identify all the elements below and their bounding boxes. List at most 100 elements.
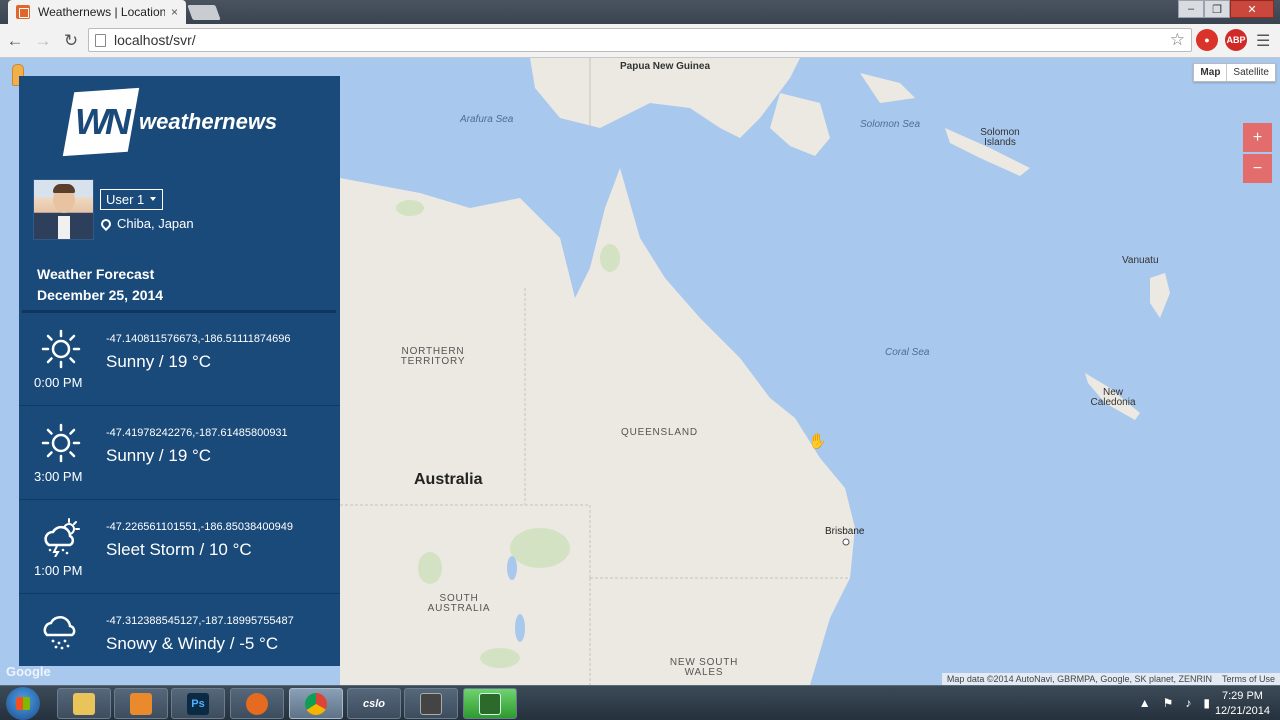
folder-icon [73, 692, 95, 715]
forecast-heading: Weather Forecast December 25, 2014 [37, 264, 163, 306]
item-time: 1:00 PM [34, 563, 83, 578]
zoom-out-button[interactable]: − [1243, 154, 1272, 183]
volume-icon[interactable]: ♪ [1185, 696, 1191, 710]
extension-stop-icon[interactable]: ● [1196, 29, 1218, 51]
chrome-icon [305, 692, 327, 715]
reload-button[interactable]: ↻ [58, 28, 84, 54]
map-type-map-button[interactable]: Map [1194, 64, 1228, 81]
tab-close-button[interactable]: × [171, 5, 178, 19]
map-label-papua: Papua New Guinea [620, 61, 711, 72]
zoom-control: + − [1243, 123, 1272, 185]
item-coords: -47.140811576673,-186.51111874696 [106, 333, 291, 345]
app8-icon [479, 692, 501, 715]
taskbar-chrome[interactable] [289, 688, 343, 719]
map-label-australia: Australia [414, 471, 483, 488]
map-label-solomon-islands: Solomon Islands [980, 127, 1020, 148]
user-select[interactable]: User 1 [100, 189, 163, 210]
chrome-menu-icon[interactable]: ☰ [1256, 31, 1270, 51]
map-type-satellite-button[interactable]: Satellite [1227, 64, 1275, 81]
map-label-arafura-sea: Arafura Sea [460, 114, 514, 125]
page-icon [95, 33, 106, 47]
taskbar-app7[interactable] [404, 688, 458, 719]
map-label-queensland: QUEENSLAND [621, 427, 698, 438]
favicon-icon [16, 5, 30, 19]
firefox-icon [246, 692, 268, 715]
taskbar-firefox[interactable] [230, 688, 284, 719]
bookmark-star-icon[interactable]: ☆ [1170, 30, 1185, 50]
item-condition: Snowy & Windy / -5 °C [106, 634, 279, 653]
windows-taskbar: Ps cslo ▲ ⚑ ♪ ▮ 7:29 PM 12/21/2014 [0, 685, 1280, 720]
new-tab-button[interactable] [187, 5, 221, 20]
tray-expand-icon[interactable]: ▲ [1139, 696, 1151, 710]
map-label-vanuatu: Vanuatu [1122, 255, 1159, 266]
taskbar-photoshop[interactable]: Ps [171, 688, 225, 719]
cslo-label: cslo [362, 697, 385, 710]
terms-link[interactable]: Terms of Use [1217, 673, 1280, 685]
zoom-in-button[interactable]: + [1243, 123, 1272, 152]
weathernews-logo: WN weathernews [62, 87, 278, 157]
google-logo: Google [6, 664, 51, 679]
map-label-coral-sea: Coral Sea [885, 347, 930, 358]
taskbar-media-player[interactable] [114, 688, 168, 719]
back-button[interactable]: ← [2, 28, 28, 54]
location: Chiba, Japan [98, 216, 194, 231]
maximize-button[interactable]: ❐ [1204, 0, 1230, 18]
window-controls: – ❐ ✕ [1178, 0, 1274, 18]
clock[interactable]: 7:29 PM 12/21/2014 [1215, 689, 1270, 719]
location-pin-icon [98, 216, 114, 231]
sun-icon [41, 329, 81, 369]
item-condition: Sunny / 19 °C [106, 446, 212, 465]
url-text: localhost/svr/ [114, 32, 196, 48]
map-label-northern-territory: NORTHERN TERRITORY [400, 346, 466, 367]
snow-wind-icon [43, 616, 76, 650]
browser-tab[interactable]: Weathernews | Location P × [8, 0, 186, 24]
taskbar-explorer[interactable] [57, 688, 111, 719]
chevron-down-icon [150, 197, 156, 201]
clock-date: 12/21/2014 [1214, 705, 1270, 717]
start-button[interactable] [6, 687, 40, 720]
sun-icon [41, 423, 81, 463]
taskbar-app8[interactable] [463, 688, 517, 719]
action-center-icon[interactable]: ⚑ [1163, 696, 1174, 710]
logo-mark: WN [62, 87, 140, 157]
forecast-item[interactable]: -47.312388545127,-187.18995755487 Snowy … [19, 595, 340, 666]
close-window-button[interactable]: ✕ [1230, 0, 1274, 18]
item-condition: Sunny / 19 °C [106, 352, 212, 371]
browser-toolbar: ← → ↻ localhost/svr/ ☆ ● ABP ☰ [0, 24, 1280, 58]
address-bar[interactable]: localhost/svr/ ☆ [88, 28, 1192, 52]
system-tray: ▲ ⚑ ♪ ▮ [1139, 696, 1210, 710]
item-time: 3:00 PM [34, 469, 83, 484]
user-select-value: User 1 [106, 192, 145, 207]
item-coords: -47.312388545127,-187.18995755487 [106, 615, 294, 627]
network-icon[interactable]: ▮ [1203, 696, 1210, 710]
map-attribution: Map data ©2014 AutoNavi, GBRMPA, Google,… [941, 673, 1280, 685]
forecast-date: December 25, 2014 [37, 287, 164, 303]
clock-time: 7:29 PM [1221, 690, 1263, 702]
forecast-item[interactable]: -47.41978242276,-187.61485800931 Sunny /… [19, 407, 340, 500]
map-type-control: Map Satellite [1193, 63, 1276, 82]
map-label-solomon-sea: Solomon Sea [860, 119, 921, 130]
browser-titlebar: Weathernews | Location P × – ❐ ✕ [0, 0, 1280, 24]
avatar [33, 179, 94, 240]
photoshop-icon: Ps [187, 692, 209, 715]
forward-button[interactable]: → [30, 28, 56, 54]
app7-icon [420, 692, 442, 715]
weather-panel: WN weathernews User 1 Chiba, Japan Weath… [19, 76, 340, 666]
minimize-button[interactable]: – [1178, 0, 1204, 18]
map-label-new-south-wales: NEW SOUTH WALES [669, 657, 739, 678]
map-label-south-australia: SOUTH AUSTRALIA [427, 593, 491, 614]
hand-cursor-icon: ✋ [808, 433, 827, 450]
map-label-brisbane: Brisbane [825, 526, 865, 537]
forecast-item[interactable]: -47.140811576673,-186.51111874696 Sunny … [19, 313, 340, 406]
forecast-item[interactable]: -47.226561101551,-186.85038400949 Sleet … [19, 501, 340, 594]
attribution-text: Map data ©2014 AutoNavi, GBRMPA, Google,… [946, 674, 1212, 684]
taskbar-cslo[interactable]: cslo [347, 688, 401, 719]
logo-text: weathernews [139, 109, 278, 134]
tab-title: Weathernews | Location P [38, 5, 165, 19]
item-coords: -47.226561101551,-186.85038400949 [106, 521, 293, 533]
location-text: Chiba, Japan [117, 216, 194, 231]
sleet-storm-icon [44, 518, 80, 557]
item-time: 0:00 PM [34, 375, 83, 390]
adblock-icon[interactable]: ABP [1225, 29, 1247, 51]
map-label-new-caledonia: New Caledonia [1090, 387, 1136, 408]
